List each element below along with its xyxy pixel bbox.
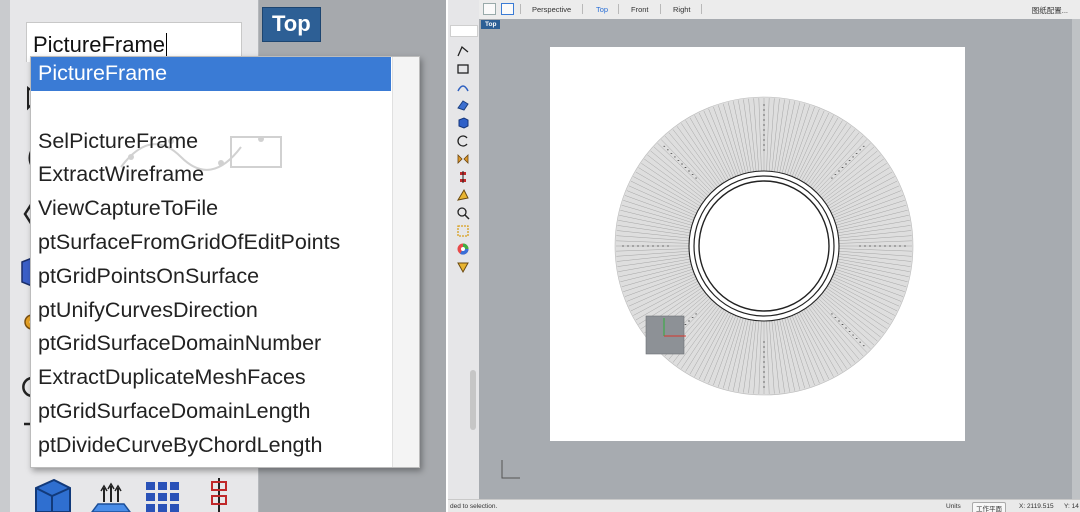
single-viewport-icon[interactable] [501, 3, 514, 15]
fillet-icon[interactable] [456, 188, 470, 202]
right-panel-edge [1072, 19, 1080, 499]
autocomplete-item[interactable]: ptGridPointsOnSurface [31, 260, 419, 294]
autocomplete-item[interactable]: SelPictureFrame [31, 125, 419, 159]
drawing-sheet [550, 47, 965, 441]
autocomplete-item[interactable]: ptGridSurfaceDomainLength [31, 395, 419, 429]
zoomed-command-panel: Top PictureFrame PictureFrame SelPicture… [0, 0, 446, 512]
autocomplete-item[interactable]: ptGridSurfaceDomainNumber [31, 327, 419, 361]
toolbar-scrollbar[interactable] [470, 370, 476, 430]
solid-icon[interactable] [456, 116, 470, 130]
grid-icon[interactable] [144, 480, 182, 512]
rotate-tool-icon[interactable] [456, 134, 470, 148]
curve-tool-icon[interactable] [456, 80, 470, 94]
layout-menu[interactable]: 图纸配置... [1032, 5, 1068, 16]
units-label[interactable]: Units [946, 503, 961, 510]
tab-separator [582, 4, 583, 14]
tab-separator [618, 4, 619, 14]
autocomplete-item[interactable]: PictureFrame [31, 57, 391, 91]
snap-icon[interactable] [456, 224, 470, 238]
top-viewport[interactable]: Top [479, 19, 1080, 499]
autocomplete-item[interactable]: ptUnifyCurvesDirection [31, 294, 419, 328]
autocomplete-item[interactable]: ExtractDuplicateMeshFaces [31, 361, 419, 395]
polyline-icon[interactable] [456, 44, 470, 58]
autocomplete-item[interactable]: ExtractWireframe [31, 158, 419, 192]
zoom-icon[interactable] [456, 206, 470, 220]
x-coordinate: X: 2119.515 [1019, 503, 1054, 510]
tab-separator [660, 4, 661, 14]
box-icon[interactable] [30, 478, 72, 512]
tab-separator [701, 4, 702, 14]
color-wheel-icon[interactable] [456, 242, 470, 256]
viewport-tab-bar: Perspective Top Front Right 图纸配置... [479, 0, 1080, 20]
text-caret [166, 33, 168, 56]
autocomplete-item[interactable]: ptSurfaceFromGridOfEditPoints [31, 226, 419, 260]
autocomplete-item[interactable]: ViewCaptureToFile [31, 192, 419, 226]
radial-dial-drawing [614, 96, 914, 396]
array-icon[interactable] [456, 170, 470, 184]
tab-top[interactable]: Top [596, 5, 608, 14]
render-icon[interactable] [456, 260, 470, 274]
viewport-label-zoomed[interactable]: Top [262, 7, 321, 42]
y-coordinate: Y: 14 [1064, 503, 1079, 510]
tab-right[interactable]: Right [673, 5, 691, 14]
command-field[interactable] [450, 25, 478, 37]
autocomplete-item[interactable]: ptDivideCurveByChordLength [31, 429, 419, 463]
autocomplete-list[interactable]: PictureFrame SelPictureFrame ExtractWire… [30, 56, 420, 468]
tab-perspective[interactable]: Perspective [532, 5, 571, 14]
extrude-icon[interactable] [90, 480, 132, 512]
surface-icon[interactable] [456, 98, 470, 112]
status-message: ded to selection. [450, 503, 498, 510]
left-toolbar [448, 0, 480, 500]
cplane-selector[interactable]: 工作平面 [972, 502, 1006, 512]
tab-front[interactable]: Front [631, 5, 649, 14]
viewport-label[interactable]: Top [481, 20, 501, 29]
dimension-icon[interactable] [206, 476, 232, 512]
status-bar: ded to selection. Units 工作平面 X: 2119.515… [448, 499, 1080, 512]
tab-separator [520, 4, 521, 14]
ucs-axis-icon [501, 460, 520, 479]
rectangle-icon[interactable] [456, 62, 470, 76]
command-input-text: PictureFrame [33, 32, 166, 57]
rhino-window: Perspective Top Front Right 图纸配置... Top … [448, 0, 1080, 512]
bottom-icon-row [20, 470, 268, 512]
mirror-icon[interactable] [456, 152, 470, 166]
inner-ring-inner [698, 180, 830, 312]
four-viewports-icon[interactable] [483, 3, 496, 15]
autocomplete-item[interactable] [31, 91, 419, 125]
picture-frame-placeholder [645, 315, 685, 355]
